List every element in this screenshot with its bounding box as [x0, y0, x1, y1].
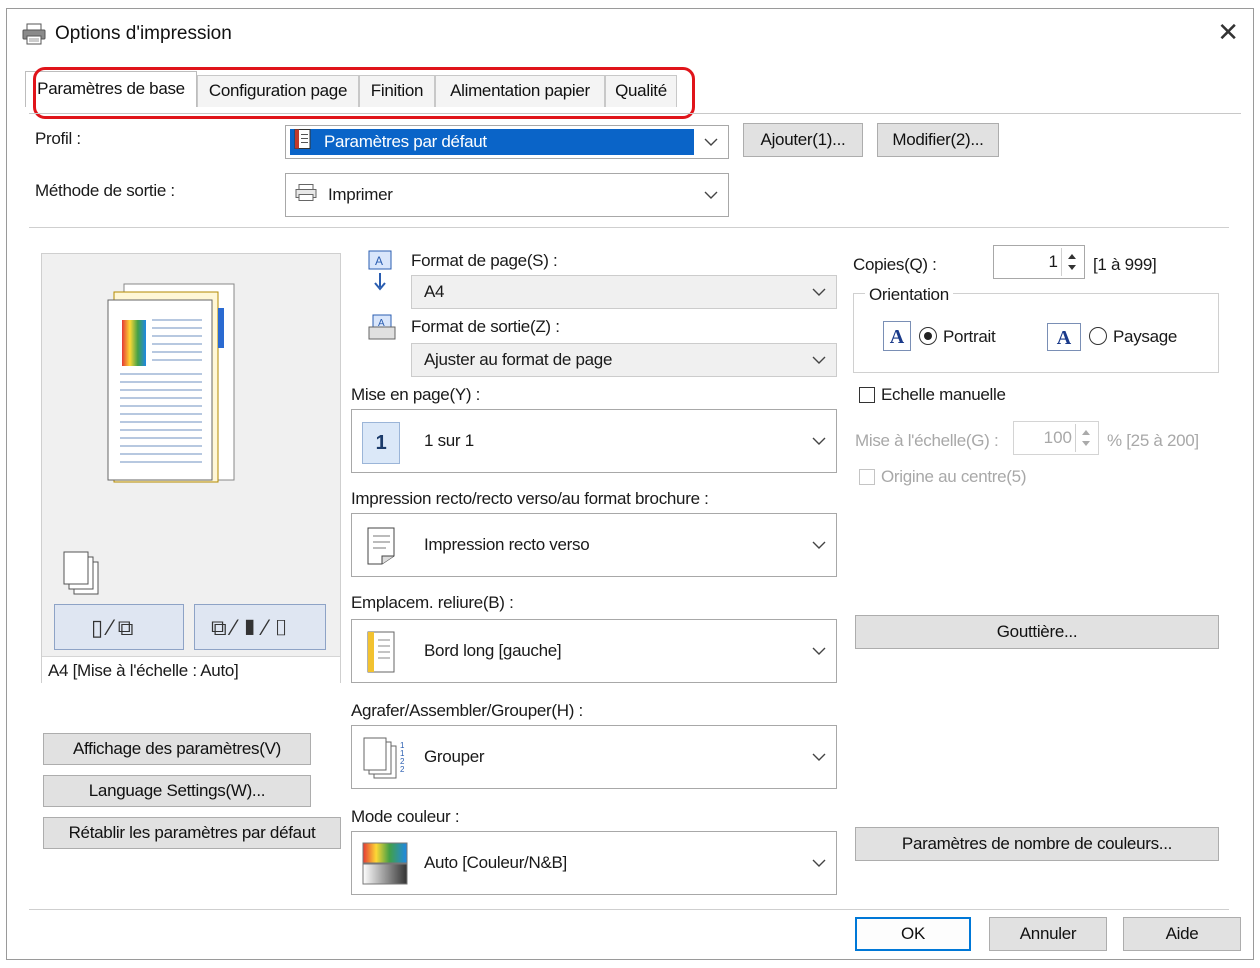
- center-origin-checkbox[interactable]: [859, 469, 875, 485]
- color-toggle-icon: ⧉ ⁄ ▮ ⁄ ▯: [211, 615, 290, 640]
- copies-stack-icon: [63, 551, 99, 595]
- portrait-a-icon: A: [883, 321, 911, 351]
- help-button[interactable]: Aide: [1123, 917, 1241, 951]
- tab-qualite[interactable]: Qualité: [605, 75, 677, 107]
- add-profile-button[interactable]: Ajouter(1)...: [743, 123, 863, 157]
- chevron-down-icon: [812, 437, 826, 445]
- profile-value: Paramètres par défaut: [324, 132, 487, 151]
- preview-panel: ▯ ⁄ ⧉ ⧉ ⁄ ▮ ⁄ ▯ A4 [Mise à l'échelle : A…: [41, 253, 341, 685]
- restore-defaults-button[interactable]: Rétablir les paramètres par défaut: [43, 817, 341, 849]
- duplex-toggle-button[interactable]: ▯ ⁄ ⧉: [54, 604, 184, 650]
- close-icon[interactable]: ✕: [1217, 17, 1239, 48]
- duplex-page-icon: [367, 527, 395, 565]
- print-options-window: Options d'impression ✕ Paramètres de bas…: [6, 8, 1254, 960]
- landscape-label: Paysage: [1113, 327, 1178, 346]
- copies-range: [1 à 999]: [1093, 255, 1157, 274]
- scaling-stepper[interactable]: 100: [1013, 421, 1099, 455]
- chevron-down-icon: [812, 288, 826, 296]
- ok-button[interactable]: OK: [855, 917, 971, 951]
- output-size-value: Ajuster au format de page: [424, 350, 613, 369]
- color-mode-value: Auto [Couleur/N&B]: [424, 853, 567, 872]
- manual-scale-checkbox[interactable]: [859, 387, 875, 403]
- chevron-down-icon: [812, 859, 826, 867]
- preview-caption-bar: A4 [Mise à l'échelle : Auto]: [42, 656, 340, 685]
- page-size-icon: A: [368, 250, 392, 291]
- divider: [29, 227, 1229, 228]
- chevron-down-icon: [812, 541, 826, 549]
- binding-select[interactable]: Bord long [gauche]: [351, 619, 837, 683]
- profile-label: Profil :: [35, 129, 81, 148]
- portrait-radio[interactable]: [919, 327, 937, 345]
- gutter-button[interactable]: Gouttière...: [855, 615, 1219, 649]
- color-mode-select[interactable]: Auto [Couleur/N&B]: [351, 831, 837, 895]
- language-settings-button[interactable]: Language Settings(W)...: [43, 775, 311, 807]
- staple-select[interactable]: 1 1 2 2 Grouper: [351, 725, 837, 789]
- staple-value: Grouper: [424, 747, 485, 766]
- duplex-toggle-icon: ▯ ⁄ ⧉: [91, 615, 134, 640]
- output-method-value: Imprimer: [328, 185, 393, 204]
- svg-text:A: A: [375, 254, 383, 268]
- landscape-a-icon: A: [1047, 323, 1081, 351]
- svg-text:2: 2: [400, 765, 405, 774]
- tab-finition[interactable]: Finition: [359, 75, 435, 107]
- cancel-button[interactable]: Annuler: [989, 917, 1107, 951]
- tab-configuration-page[interactable]: Configuration page: [197, 75, 359, 107]
- printer-icon: [21, 23, 47, 50]
- color-mode-label: Mode couleur :: [351, 807, 460, 826]
- footer-divider: [29, 909, 1229, 910]
- chevron-down-icon: [812, 647, 826, 655]
- profile-icon: [294, 129, 312, 156]
- page-size-value: A4: [424, 282, 445, 301]
- portrait-label: Portrait: [943, 327, 996, 346]
- output-method-label: Méthode de sortie :: [35, 181, 175, 200]
- binding-page-icon: [367, 631, 395, 673]
- printer-small-icon: [294, 184, 318, 207]
- duplex-select[interactable]: Impression recto verso: [351, 513, 837, 577]
- layout-badge: 1: [362, 422, 400, 464]
- chevron-down-icon: [704, 191, 718, 199]
- color-count-settings-button[interactable]: Paramètres de nombre de couleurs...: [855, 827, 1219, 861]
- preview-caption: A4 [Mise à l'échelle : Auto]: [48, 661, 239, 680]
- output-size-label: Format de sortie(Z) :: [411, 317, 560, 336]
- copies-value: 1: [1048, 252, 1058, 271]
- title-bar: Options d'impression ✕: [7, 9, 1253, 57]
- scaling-range: % [25 à 200]: [1107, 431, 1199, 450]
- page-size-select[interactable]: A4: [411, 275, 837, 309]
- binding-value: Bord long [gauche]: [424, 641, 562, 660]
- output-size-select[interactable]: Ajuster au format de page: [411, 343, 837, 377]
- manual-scale-label: Echelle manuelle: [881, 385, 1006, 404]
- color-toggle-button[interactable]: ⧉ ⁄ ▮ ⁄ ▯: [194, 604, 326, 650]
- chevron-down-icon: [812, 356, 826, 364]
- spin-arrows-icon[interactable]: [1061, 248, 1082, 276]
- output-method-select[interactable]: Imprimer: [285, 173, 729, 217]
- binding-label: Emplacem. reliure(B) :: [351, 593, 514, 612]
- scaling-label: Mise à l'échelle(G) :: [855, 431, 999, 450]
- copies-stepper[interactable]: 1: [993, 245, 1085, 279]
- layout-label: Mise en page(Y) :: [351, 385, 481, 404]
- output-size-icon: A: [368, 314, 396, 340]
- window-title: Options d'impression: [55, 23, 232, 44]
- tab-alimentation-papier[interactable]: Alimentation papier: [435, 75, 605, 107]
- orientation-label: Orientation: [865, 285, 953, 305]
- staple-label: Agrafer/Assembler/Grouper(H) :: [351, 701, 583, 720]
- edit-profile-button[interactable]: Modifier(2)...: [877, 123, 999, 157]
- duplex-label: Impression recto/recto verso/au format b…: [351, 489, 709, 508]
- color-mode-icon: [362, 842, 408, 885]
- layout-select[interactable]: 1 1 sur 1: [351, 409, 837, 473]
- page-size-label: Format de page(S) :: [411, 251, 558, 270]
- tab-parametres-de-base[interactable]: Paramètres de base: [25, 71, 197, 107]
- duplex-value: Impression recto verso: [424, 535, 590, 554]
- spin-arrows-icon[interactable]: [1075, 424, 1096, 452]
- center-origin-label: Origine au centre(5): [881, 467, 1027, 486]
- landscape-radio[interactable]: [1089, 327, 1107, 345]
- chevron-down-icon: [812, 753, 826, 761]
- layout-value: 1 sur 1: [424, 431, 474, 450]
- view-settings-button[interactable]: Affichage des paramètres(V): [43, 733, 311, 765]
- page-preview-icon: [107, 283, 235, 483]
- chevron-down-icon: [704, 138, 718, 146]
- scaling-value: 100: [1043, 428, 1072, 447]
- copies-label: Copies(Q) :: [853, 255, 937, 274]
- group-pages-icon: 1 1 2 2: [363, 737, 405, 779]
- profile-select[interactable]: Paramètres par défaut: [285, 125, 729, 159]
